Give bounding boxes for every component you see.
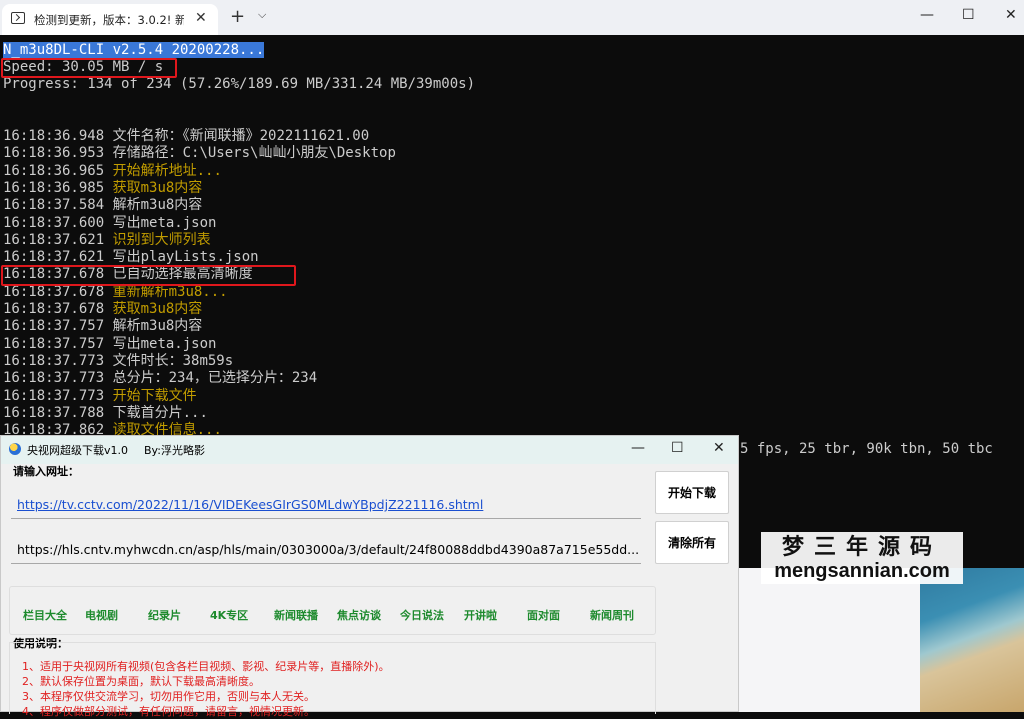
usage-panel: 1、适用于央视网所有视频(包含各栏目视频、影视、纪录片等，直播除外)。 2、默认… (9, 642, 656, 718)
log-line: 16:18:37.788 下载首分片... (3, 405, 208, 422)
terminal-icon (11, 12, 25, 24)
category-link[interactable]: 焦点访谈 (337, 607, 381, 623)
watermark: 梦三年源码 mengsannian.com (761, 532, 963, 584)
usage-line: 4、程序仅做部分测试，有任何问题，请留言，视情况更新。 (22, 705, 315, 718)
page-url-input[interactable]: https://tv.cctv.com/2022/11/16/VIDEKeesG… (11, 492, 641, 519)
log-line: 16:18:37.773 开始下载文件 (3, 388, 197, 405)
background-image-left (738, 568, 920, 712)
app-title-bar: 央视网超级下载v1.0 By:浮光略影 — ☐ ✕ (1, 436, 738, 464)
m3u8-url-input[interactable]: https://hls.cntv.myhwcdn.cn/asp/hls/main… (11, 537, 641, 564)
log-line: 16:18:37.621 识别到大师列表 (3, 232, 211, 249)
usage-line: 3、本程序仅供交流学习，切勿用作它用，否则与本人无关。 (22, 690, 315, 703)
log-message: 获取m3u8内容 (112, 179, 203, 196)
log-line: 16:18:37.773 总分片：234，已选择分片：234 (3, 370, 317, 387)
app-maximize-button[interactable]: ☐ (671, 440, 684, 456)
url-label: 请输入网址： (13, 465, 79, 478)
log-timestamp: 16:18:36.953 (3, 145, 105, 162)
tab-title: 检测到更新，版本：3.0.2! 新版 (34, 13, 184, 27)
log-line: 16:18:36.953 存储路径：C:\Users\屾屾小朋友\Desktop (3, 145, 396, 162)
tab-close-icon[interactable]: ✕ (195, 10, 207, 26)
speed-highlight-box (1, 58, 177, 78)
log-timestamp: 16:18:37.584 (3, 197, 105, 214)
log-message: 获取m3u8内容 (112, 301, 203, 317)
category-panel: 栏目大全 电视剧 纪录片 4K专区 新闻联播 焦点访谈 今日说法 开讲啦 面对面… (9, 586, 656, 635)
clear-all-button[interactable]: 清除所有 (655, 521, 729, 564)
log-line: 16:18:37.600 写出meta.json (3, 215, 216, 232)
log-line: 16:18:37.757 解析m3u8内容 (3, 318, 202, 335)
log-message: 写出meta.json (112, 214, 217, 231)
log-message: 存储路径：C:\Users\屾屾小朋友\Desktop (112, 145, 396, 162)
category-link[interactable]: 面对面 (527, 607, 560, 623)
log-timestamp: 16:18:37.773 (3, 387, 105, 404)
category-link[interactable]: 栏目大全 (23, 607, 67, 623)
log-message: 解析m3u8内容 (112, 318, 203, 335)
log-timestamp: 16:18:37.621 (3, 249, 105, 266)
terminal-header: N_m3u8DL-CLI v2.5.4 20200228... (3, 42, 265, 58)
log-line: 16:18:36.948 文件名称：《新闻联播》2022111621.00 (3, 128, 369, 145)
log-timestamp: 16:18:36.948 (3, 128, 105, 144)
watermark-cn: 梦三年源码 (781, 534, 942, 560)
log-message: 识别到大师列表 (112, 231, 211, 248)
log-line: 16:18:37.773 文件时长：38m59s (3, 353, 233, 370)
log-message: 文件时长：38m59s (112, 352, 234, 369)
log-timestamp: 16:18:37.600 (3, 214, 105, 231)
app-logo-icon (9, 443, 21, 455)
start-download-button[interactable]: 开始下载 (655, 471, 729, 514)
ffmpeg-stream-info: 5 fps, 25 tbr, 90k tbn, 50 tbc (740, 441, 993, 457)
log-message: 解析m3u8内容 (112, 197, 203, 214)
category-link[interactable]: 4K专区 (210, 607, 248, 623)
minimize-button[interactable]: — (920, 7, 934, 23)
page-url-value[interactable]: https://tv.cctv.com/2022/11/16/VIDEKeesG… (17, 497, 483, 512)
log-message: 总分片：234，已选择分片：234 (112, 370, 318, 387)
app-close-button[interactable]: ✕ (713, 440, 725, 456)
chevron-down-icon[interactable]: ⌵ (258, 8, 266, 22)
log-line: 16:18:37.621 写出playLists.json (3, 249, 259, 266)
log-line: 16:18:37.678 重新解析m3u8... (3, 284, 228, 301)
log-timestamp: 16:18:37.678 (3, 283, 105, 300)
m3u8-url-value: https://hls.cntv.myhwcdn.cn/asp/hls/main… (17, 542, 640, 557)
category-link[interactable]: 新闻周刊 (590, 607, 634, 623)
app-minimize-button[interactable]: — (631, 440, 645, 456)
log-timestamp: 16:18:37.621 (3, 231, 105, 248)
log-timestamp: 16:18:37.757 (3, 335, 105, 352)
downloader-window: 央视网超级下载v1.0 By:浮光略影 — ☐ ✕ 请输入网址： https:/… (0, 435, 739, 718)
log-line: 16:18:37.757 写出meta.json (3, 336, 216, 353)
category-link[interactable]: 开讲啦 (464, 607, 497, 623)
progress-line: Progress: 134 of 234 (57.26%/189.69 MB/3… (3, 76, 476, 92)
app-title: 央视网超级下载v1.0 (27, 444, 129, 457)
category-link[interactable]: 纪录片 (148, 607, 181, 623)
log-timestamp: 16:18:37.773 (3, 370, 105, 387)
log-message: 写出playLists.json (112, 249, 259, 266)
close-button[interactable]: ✕ (1005, 7, 1017, 23)
terminal-tab-bar: 检测到更新，版本：3.0.2! 新版 ✕ + ⌵ — ☐ ✕ (0, 0, 1024, 36)
log-message: 重新解析m3u8... (112, 283, 228, 300)
app-author: By:浮光略影 (144, 444, 205, 457)
log-timestamp: 16:18:36.985 (3, 179, 105, 196)
maximize-button[interactable]: ☐ (962, 7, 975, 23)
usage-line: 2、默认保存位置为桌面，默认下载最高清晰度。 (22, 675, 260, 688)
log-line: 16:18:36.985 获取m3u8内容 (3, 180, 202, 197)
log-timestamp: 16:18:37.678 (3, 301, 105, 317)
log-message: 写出meta.json (112, 335, 217, 352)
watermark-en: mengsannian.com (774, 560, 950, 582)
resolution-highlight-box (1, 265, 296, 286)
log-message: 文件名称：《新闻联播》2022111621.00 (112, 128, 370, 144)
log-timestamp: 16:18:37.757 (3, 318, 105, 335)
log-timestamp: 16:18:37.773 (3, 352, 105, 369)
log-line: 16:18:36.965 开始解析地址... (3, 163, 222, 180)
log-timestamp: 16:18:36.965 (3, 162, 105, 179)
new-tab-button[interactable]: + (230, 8, 245, 26)
log-message: 开始解析地址... (112, 162, 222, 179)
log-timestamp: 16:18:37.788 (3, 404, 105, 421)
log-message: 开始下载文件 (112, 387, 197, 404)
log-line: 16:18:37.678 获取m3u8内容 (3, 301, 202, 318)
category-link[interactable]: 新闻联播 (274, 607, 318, 623)
background-beach-image (920, 568, 1024, 712)
log-message: 下载首分片... (112, 404, 208, 421)
terminal-tab[interactable]: 检测到更新，版本：3.0.2! 新版 ✕ (2, 4, 218, 35)
log-line: 16:18:37.584 解析m3u8内容 (3, 197, 202, 214)
category-link[interactable]: 电视剧 (85, 607, 118, 623)
category-link[interactable]: 今日说法 (400, 607, 444, 623)
usage-line: 1、适用于央视网所有视频(包含各栏目视频、影视、纪录片等，直播除外)。 (22, 660, 390, 673)
